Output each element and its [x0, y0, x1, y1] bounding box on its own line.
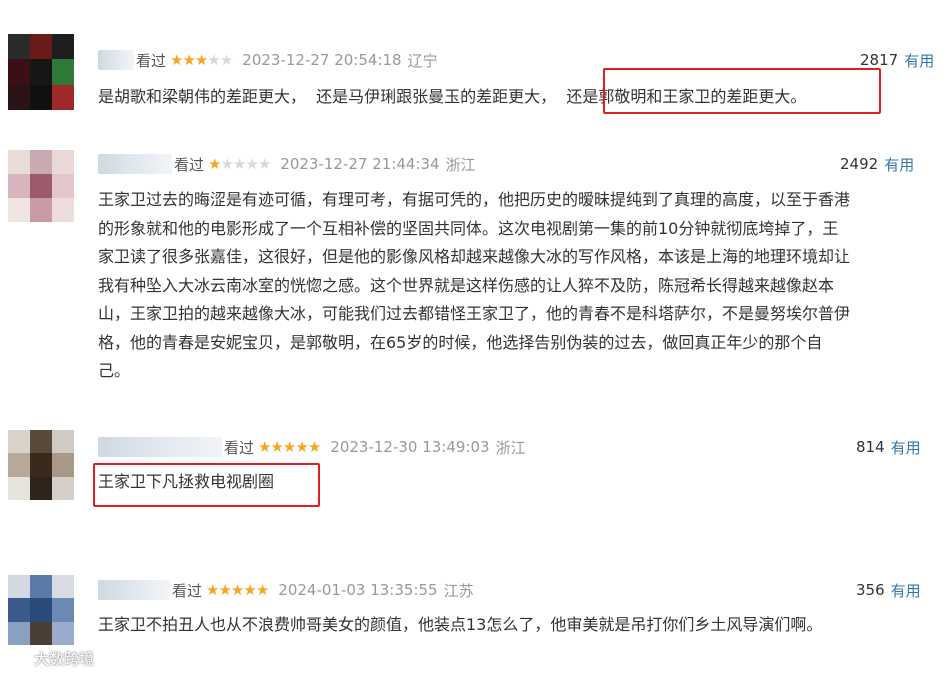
- seen-label: 看过: [172, 581, 203, 600]
- star-filled-icon: ★: [206, 581, 219, 599]
- star-filled-icon: ★: [170, 51, 183, 69]
- rating-stars: ★★★★★: [170, 51, 233, 69]
- star-empty-icon: ★: [232, 155, 246, 173]
- avatar[interactable]: [8, 150, 74, 222]
- seen-label: 看过: [136, 51, 167, 70]
- star-empty-icon: ★: [257, 155, 271, 173]
- comment-location: 浙江: [445, 155, 476, 174]
- useful-button[interactable]: 有用: [904, 50, 934, 71]
- highlight-box: [603, 68, 881, 114]
- star-filled-icon: ★: [182, 51, 195, 69]
- vote-count: 2817: [860, 51, 899, 69]
- useful-button[interactable]: 有用: [891, 437, 921, 458]
- star-filled-icon: ★: [270, 438, 283, 456]
- useful-button[interactable]: 有用: [884, 154, 914, 175]
- comment-time: 2023-12-27 20:54:18: [242, 51, 402, 69]
- username[interactable]: [98, 154, 172, 174]
- comment-location: 江苏: [443, 581, 474, 600]
- rating-stars: ★★★★★: [206, 581, 269, 599]
- rating-stars: ★★★★★: [258, 438, 321, 456]
- star-filled-icon: ★: [208, 155, 221, 173]
- seen-label: 看过: [174, 155, 205, 174]
- star-filled-icon: ★: [307, 438, 321, 456]
- comment-time: 2023-12-27 21:44:34: [280, 155, 440, 173]
- vote-count: 356: [856, 581, 885, 599]
- seen-label: 看过: [224, 438, 255, 457]
- star-filled-icon: ★: [258, 438, 271, 456]
- star-filled-icon: ★: [282, 438, 296, 456]
- username[interactable]: [98, 437, 222, 457]
- highlight-box: [93, 463, 320, 507]
- vote-area: 814 有用: [856, 436, 921, 458]
- vote-count: 2492: [840, 155, 879, 173]
- comment-meta: 看过 ★★★★★ 2023-12-27 20:54:18 辽宁: [136, 49, 438, 71]
- comment-text: 王家卫过去的晦涩是有迹可循，有理可考，有据可凭的，他把历史的暧昧提纯到了真理的高…: [98, 190, 851, 380]
- comment-meta: 看过 ★★★★★ 2023-12-30 13:49:03 浙江: [224, 436, 526, 458]
- vote-count: 814: [856, 438, 885, 456]
- comment-location: 浙江: [495, 438, 526, 457]
- star-filled-icon: ★: [243, 581, 256, 599]
- useful-button[interactable]: 有用: [891, 580, 921, 601]
- star-empty-icon: ★: [245, 155, 258, 173]
- comment-location: 辽宁: [407, 51, 438, 70]
- rating-stars: ★★★★★: [208, 155, 271, 173]
- comment-meta: 看过 ★★★★★ 2024-01-03 13:35:55 江苏: [172, 579, 474, 601]
- username[interactable]: [98, 580, 170, 600]
- star-filled-icon: ★: [194, 51, 208, 69]
- brand-logo-icon: [11, 650, 27, 666]
- avatar[interactable]: [8, 34, 74, 110]
- comment-time: 2023-12-30 13:49:03: [330, 438, 490, 456]
- star-filled-icon: ★: [295, 438, 308, 456]
- comment-text: 王家卫不拍丑人也从不浪费帅哥美女的颜值，他装点13怎么了，他审美就是吊打你们乡土…: [98, 615, 823, 634]
- vote-area: 2492 有用: [840, 153, 914, 175]
- username[interactable]: [98, 50, 134, 70]
- vote-area: 356 有用: [856, 579, 921, 601]
- watermark-text: 大数跨境: [34, 649, 95, 668]
- comment-meta: 看过 ★★★★★ 2023-12-27 21:44:34 浙江: [174, 153, 476, 175]
- avatar[interactable]: [8, 430, 74, 500]
- star-filled-icon: ★: [218, 581, 231, 599]
- star-empty-icon: ★: [219, 51, 233, 69]
- watermark: 大数跨境: [10, 646, 94, 670]
- star-filled-icon: ★: [230, 581, 244, 599]
- avatar[interactable]: [8, 575, 74, 645]
- star-filled-icon: ★: [255, 581, 269, 599]
- star-empty-icon: ★: [207, 51, 220, 69]
- comment-time: 2024-01-03 13:35:55: [278, 581, 438, 599]
- star-empty-icon: ★: [220, 155, 233, 173]
